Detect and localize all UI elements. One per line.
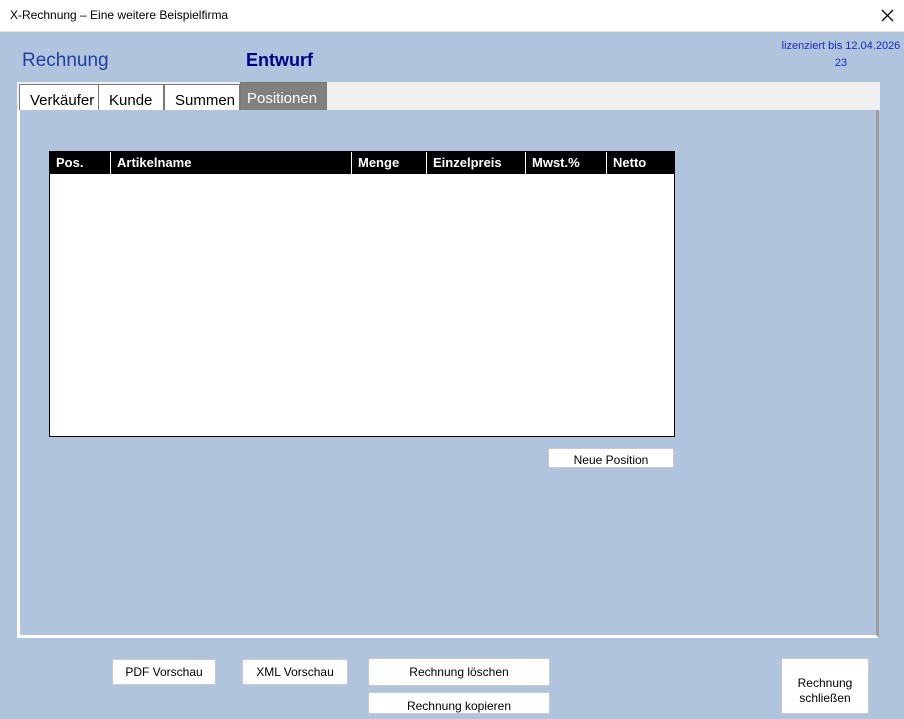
pdf-preview-button[interactable]: PDF Vorschau bbox=[112, 659, 216, 685]
tab-summen[interactable]: Summen bbox=[164, 84, 240, 111]
tab-verkaeufer[interactable]: Verkäufer bbox=[19, 84, 99, 111]
column-header-mwst[interactable]: Mwst.% bbox=[525, 152, 606, 174]
close-invoice-button[interactable]: Rechnung schließen bbox=[781, 658, 869, 714]
title-bar: X-Rechnung – Eine weitere Beispielfirma bbox=[0, 0, 904, 32]
tab-strip: Verkäufer Kunde Summen Positionen bbox=[17, 82, 880, 111]
new-position-button[interactable]: Neue Position bbox=[548, 448, 674, 468]
column-header-menge[interactable]: Menge bbox=[351, 152, 426, 174]
window-title: X-Rechnung – Eine weitere Beispielfirma bbox=[10, 8, 229, 22]
close-invoice-label-line2: schließen bbox=[799, 691, 851, 705]
column-header-artikelname[interactable]: Artikelname bbox=[110, 152, 351, 174]
tab-positionen[interactable]: Positionen bbox=[240, 82, 327, 111]
close-icon bbox=[881, 9, 894, 22]
close-invoice-label-line1: Rechnung bbox=[797, 676, 853, 690]
tab-kunde[interactable]: Kunde bbox=[98, 84, 164, 111]
document-status-label: Entwurf bbox=[246, 50, 313, 70]
document-type-label: Rechnung bbox=[22, 50, 109, 71]
positions-table[interactable]: Pos. Artikelname Menge Einzelpreis Mwst.… bbox=[49, 151, 675, 437]
close-window-button[interactable] bbox=[872, 0, 904, 31]
license-number: 23 bbox=[834, 57, 848, 69]
delete-invoice-button[interactable]: Rechnung löschen bbox=[368, 658, 550, 686]
license-expiry: lizenziert bis 12.04.2026 bbox=[781, 40, 901, 52]
table-header: Pos. Artikelname Menge Einzelpreis Mwst.… bbox=[50, 152, 674, 174]
xml-preview-button[interactable]: XML Vorschau bbox=[242, 659, 348, 685]
column-header-pos[interactable]: Pos. bbox=[50, 152, 110, 174]
column-header-netto[interactable]: Netto bbox=[606, 152, 674, 174]
column-header-einzelpreis[interactable]: Einzelpreis bbox=[426, 152, 525, 174]
license-info: lizenziert bis 12.04.2026 23 bbox=[778, 38, 904, 72]
